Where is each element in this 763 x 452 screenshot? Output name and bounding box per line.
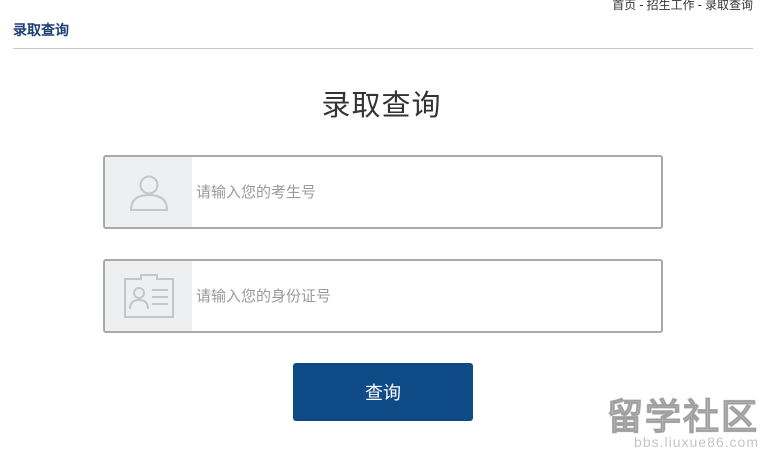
breadcrumb-separator: - <box>639 0 644 12</box>
page-title: 录取查询 <box>321 88 442 122</box>
breadcrumb-separator: - <box>697 0 702 12</box>
user-icon <box>105 157 192 227</box>
breadcrumb-admissions-link[interactable]: 招生工作 <box>647 0 695 12</box>
divider <box>13 48 753 49</box>
section-title: 录取查询 <box>13 23 69 39</box>
id-number-input[interactable] <box>196 261 651 331</box>
exam-number-field <box>103 155 663 229</box>
breadcrumb: 首页 - 招生工作 - 录取查询 <box>612 0 753 13</box>
watermark-text: 留学社区 <box>606 396 759 437</box>
id-card-icon <box>105 261 192 331</box>
watermark-logo: 留学社区 bbs.liuxue86.com <box>606 396 759 450</box>
id-number-field <box>103 259 663 333</box>
breadcrumb-home-link[interactable]: 首页 <box>612 0 636 12</box>
exam-number-input[interactable] <box>196 157 651 227</box>
query-button[interactable]: 查询 <box>293 363 473 421</box>
breadcrumb-current: 录取查询 <box>704 0 753 12</box>
